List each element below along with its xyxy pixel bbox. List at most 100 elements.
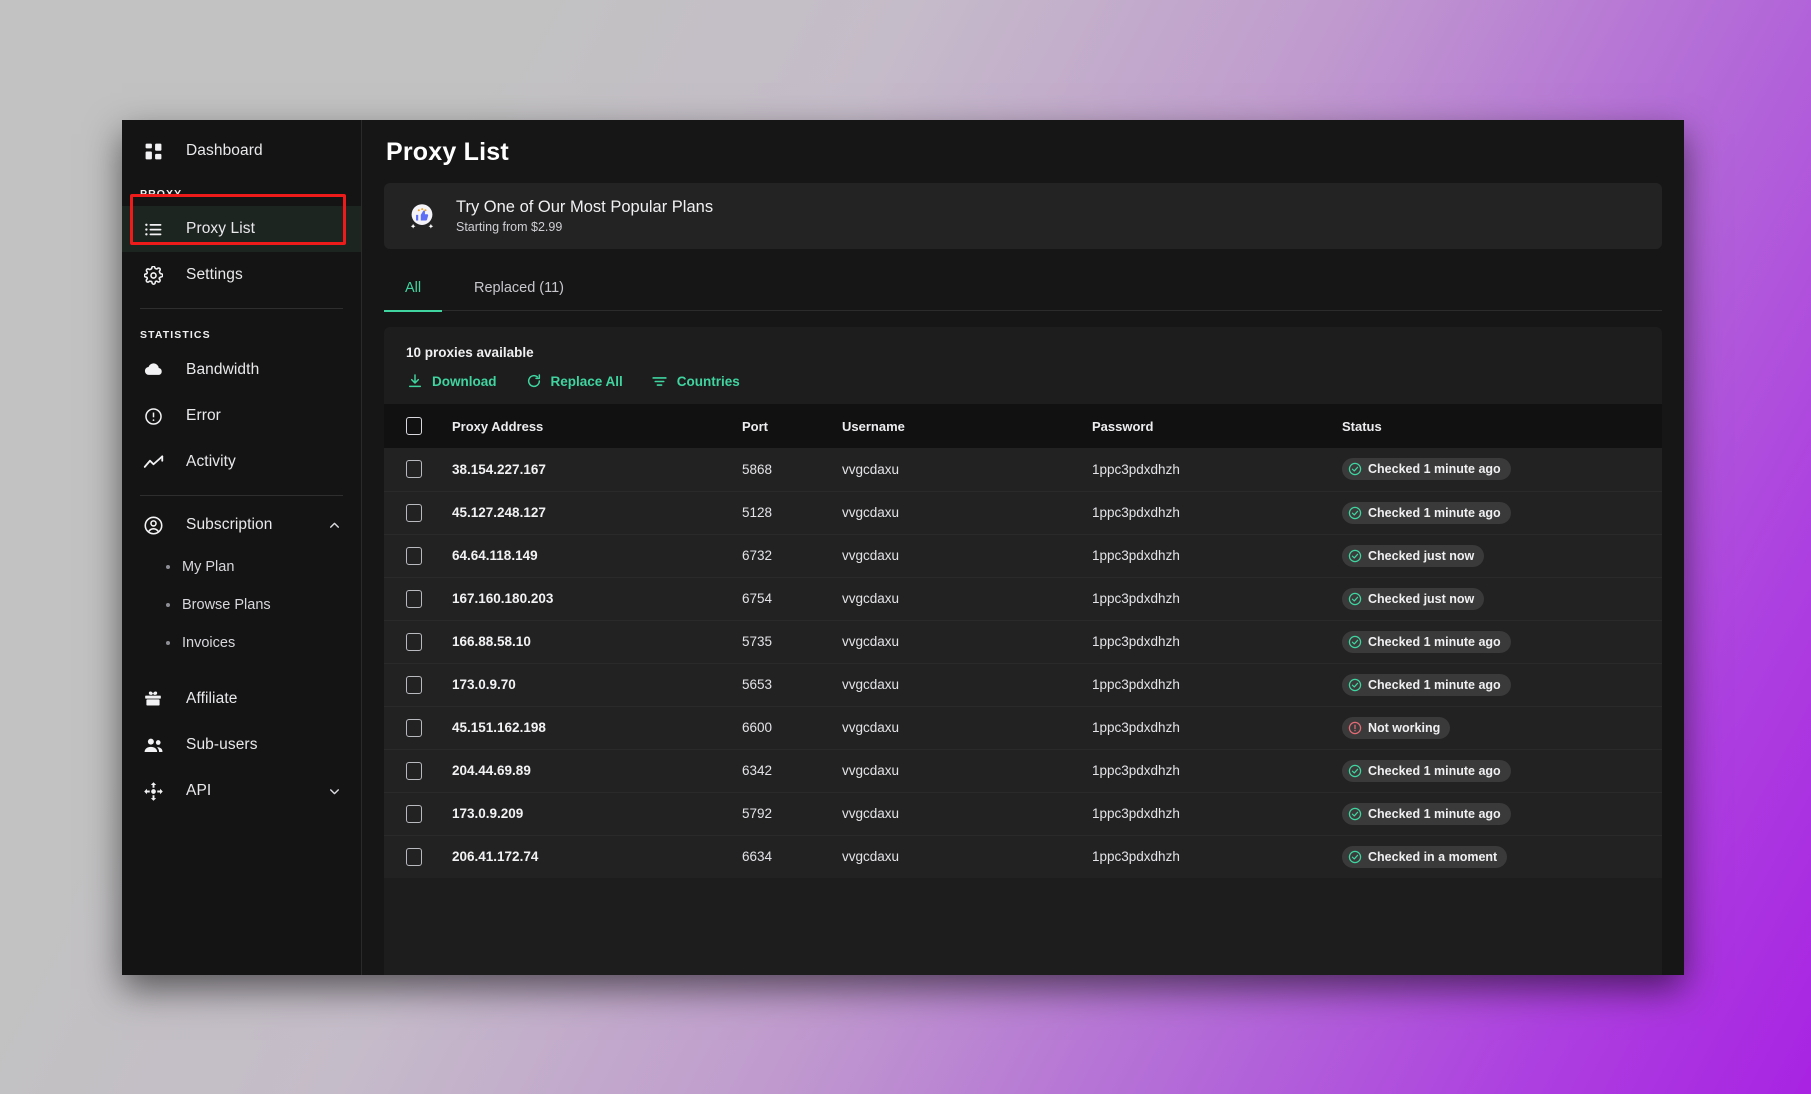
table-row[interactable]: 173.0.9.209 5792 vvgcdaxu 1ppc3pdxdhzh Check… bbox=[384, 792, 1662, 835]
check-circle-icon bbox=[1348, 506, 1362, 520]
check-circle-icon bbox=[1348, 807, 1362, 821]
cell-password: 1ppc3pdxdhzh bbox=[1082, 835, 1332, 878]
table-row[interactable]: 166.88.58.10 5735 vvgcdaxu 1ppc3pdxdhzh Chec… bbox=[384, 620, 1662, 663]
table-row[interactable]: 173.0.9.70 5653 vvgcdaxu 1ppc3pdxdhzh Checke… bbox=[384, 663, 1662, 706]
sidebar-item-affiliate[interactable]: Affiliate bbox=[122, 676, 361, 722]
cell-proxy-address: 206.41.172.74 bbox=[442, 835, 732, 878]
sidebar-section-proxy: PROXY bbox=[140, 188, 183, 200]
column-header-password[interactable]: Password bbox=[1082, 404, 1332, 448]
sidebar-item-subscription[interactable]: Subscription bbox=[122, 502, 361, 548]
sidebar-item-api[interactable]: API bbox=[122, 768, 361, 814]
sidebar-item-sub-users[interactable]: Sub-users bbox=[122, 722, 361, 768]
row-checkbox[interactable] bbox=[406, 546, 422, 565]
row-select-cell bbox=[384, 792, 442, 835]
row-checkbox[interactable] bbox=[406, 503, 422, 522]
sidebar-item-label: Settings bbox=[186, 266, 243, 283]
cell-port: 5128 bbox=[732, 491, 832, 534]
cell-status: Checked 1 minute ago bbox=[1332, 448, 1662, 491]
sidebar-item-label: Affiliate bbox=[186, 690, 238, 707]
row-select-cell bbox=[384, 448, 442, 491]
status-badge: Checked 1 minute ago bbox=[1342, 501, 1511, 524]
status-badge: Checked 1 minute ago bbox=[1342, 458, 1511, 481]
row-checkbox[interactable] bbox=[406, 804, 422, 823]
refresh-icon bbox=[525, 372, 543, 390]
status-badge-label: Not working bbox=[1368, 720, 1441, 735]
sidebar-item-bandwidth[interactable]: Bandwidth bbox=[122, 347, 361, 393]
column-header-status[interactable]: Status bbox=[1332, 404, 1662, 448]
cell-password: 1ppc3pdxdhzh bbox=[1082, 620, 1332, 663]
table-row[interactable]: 167.160.180.203 6754 vvgcdaxu 1ppc3pdxdhzh C… bbox=[384, 577, 1662, 620]
sidebar-divider-1 bbox=[140, 308, 343, 309]
status-badge: Checked just now bbox=[1342, 587, 1485, 610]
status-badge-label: Checked 1 minute ago bbox=[1368, 505, 1501, 520]
cell-status: Checked in a moment bbox=[1332, 835, 1662, 878]
row-checkbox[interactable] bbox=[406, 632, 422, 651]
alert-circle-icon bbox=[1348, 721, 1362, 735]
activity-line-icon bbox=[140, 452, 166, 473]
sidebar-item-label: Dashboard bbox=[186, 142, 263, 159]
table-row[interactable]: 45.127.248.127 5128 vvgcdaxu 1ppc3pdxdhzh Ch… bbox=[384, 491, 1662, 534]
cell-proxy-address: 167.160.180.203 bbox=[442, 577, 732, 620]
chevron-down-icon[interactable] bbox=[325, 785, 343, 798]
alert-circle-icon bbox=[140, 407, 166, 426]
cell-status: Checked just now bbox=[1332, 577, 1662, 620]
cell-proxy-address: 45.151.162.198 bbox=[442, 706, 732, 749]
column-header-port[interactable]: Port bbox=[732, 404, 832, 448]
sidebar-item-dashboard[interactable]: Dashboard bbox=[122, 128, 361, 174]
sidebar-subitem-invoices[interactable]: Invoices bbox=[122, 624, 361, 662]
tab-replaced[interactable]: Replaced (11) bbox=[466, 265, 572, 311]
users-icon bbox=[140, 735, 166, 756]
sidebar-subitem-label: My Plan bbox=[182, 559, 235, 575]
cell-password: 1ppc3pdxdhzh bbox=[1082, 706, 1332, 749]
sidebar-subitem-my-plan[interactable]: My Plan bbox=[122, 548, 361, 586]
replace-all-button[interactable]: Replace All bbox=[525, 372, 623, 390]
sidebar-item-label: API bbox=[186, 782, 212, 799]
cell-password: 1ppc3pdxdhzh bbox=[1082, 448, 1332, 491]
chevron-up-icon[interactable] bbox=[325, 519, 343, 532]
row-checkbox[interactable] bbox=[406, 718, 422, 737]
table-row[interactable]: 38.154.227.167 5868 vvgcdaxu 1ppc3pdxdhzh Ch… bbox=[384, 448, 1662, 491]
cell-port: 5792 bbox=[732, 792, 832, 835]
row-checkbox[interactable] bbox=[406, 589, 422, 608]
table-head: Proxy Address Port Username Password Sta… bbox=[384, 404, 1662, 448]
sidebar: Dashboard PROXY Proxy List Settings STAT… bbox=[122, 120, 362, 975]
row-checkbox[interactable] bbox=[406, 847, 422, 866]
cell-password: 1ppc3pdxdhzh bbox=[1082, 792, 1332, 835]
proxy-table-card: 10 proxies available Download Replace Al… bbox=[384, 327, 1662, 975]
cell-status: Checked 1 minute ago bbox=[1332, 620, 1662, 663]
status-badge-label: Checked 1 minute ago bbox=[1368, 634, 1501, 649]
cell-proxy-address: 38.154.227.167 bbox=[442, 448, 732, 491]
sidebar-subitem-label: Browse Plans bbox=[182, 597, 271, 613]
row-checkbox[interactable] bbox=[406, 675, 422, 694]
list-icon bbox=[140, 220, 166, 239]
table-row[interactable]: 206.41.172.74 6634 vvgcdaxu 1ppc3pdxdhzh Che… bbox=[384, 835, 1662, 878]
sidebar-item-error[interactable]: Error bbox=[122, 393, 361, 439]
row-checkbox[interactable] bbox=[406, 761, 422, 780]
sidebar-subitem-browse-plans[interactable]: Browse Plans bbox=[122, 586, 361, 624]
table-row[interactable]: 45.151.162.198 6600 vvgcdaxu 1ppc3pdxdhzh No… bbox=[384, 706, 1662, 749]
check-circle-icon bbox=[1348, 764, 1362, 778]
sidebar-item-proxy-list[interactable]: Proxy List bbox=[122, 206, 361, 252]
cell-status: Checked 1 minute ago bbox=[1332, 663, 1662, 706]
tab-bar: All Replaced (11) bbox=[384, 265, 1662, 312]
sidebar-item-settings[interactable]: Settings bbox=[122, 252, 361, 298]
countries-button[interactable]: Countries bbox=[651, 372, 740, 390]
status-badge: Checked 1 minute ago bbox=[1342, 630, 1511, 653]
row-select-cell bbox=[384, 663, 442, 706]
promo-banner[interactable]: Try One of Our Most Popular Plans Starti… bbox=[384, 183, 1662, 249]
row-select-cell bbox=[384, 577, 442, 620]
table-row[interactable]: 64.64.118.149 6732 vvgcdaxu 1ppc3pdxdhzh Che… bbox=[384, 534, 1662, 577]
tab-all[interactable]: All bbox=[384, 265, 442, 312]
cell-password: 1ppc3pdxdhzh bbox=[1082, 534, 1332, 577]
download-button[interactable]: Download bbox=[406, 372, 497, 390]
cell-port: 6732 bbox=[732, 534, 832, 577]
table-row[interactable]: 204.44.69.89 6342 vvgcdaxu 1ppc3pdxdhzh Chec… bbox=[384, 749, 1662, 792]
sidebar-item-label: Error bbox=[186, 407, 221, 424]
column-header-proxy-address[interactable]: Proxy Address bbox=[442, 404, 732, 448]
select-all-checkbox[interactable] bbox=[406, 417, 422, 435]
sidebar-item-activity[interactable]: Activity bbox=[122, 439, 361, 485]
cell-port: 5735 bbox=[732, 620, 832, 663]
status-badge: Checked 1 minute ago bbox=[1342, 759, 1511, 782]
row-checkbox[interactable] bbox=[406, 460, 422, 479]
column-header-username[interactable]: Username bbox=[832, 404, 1082, 448]
